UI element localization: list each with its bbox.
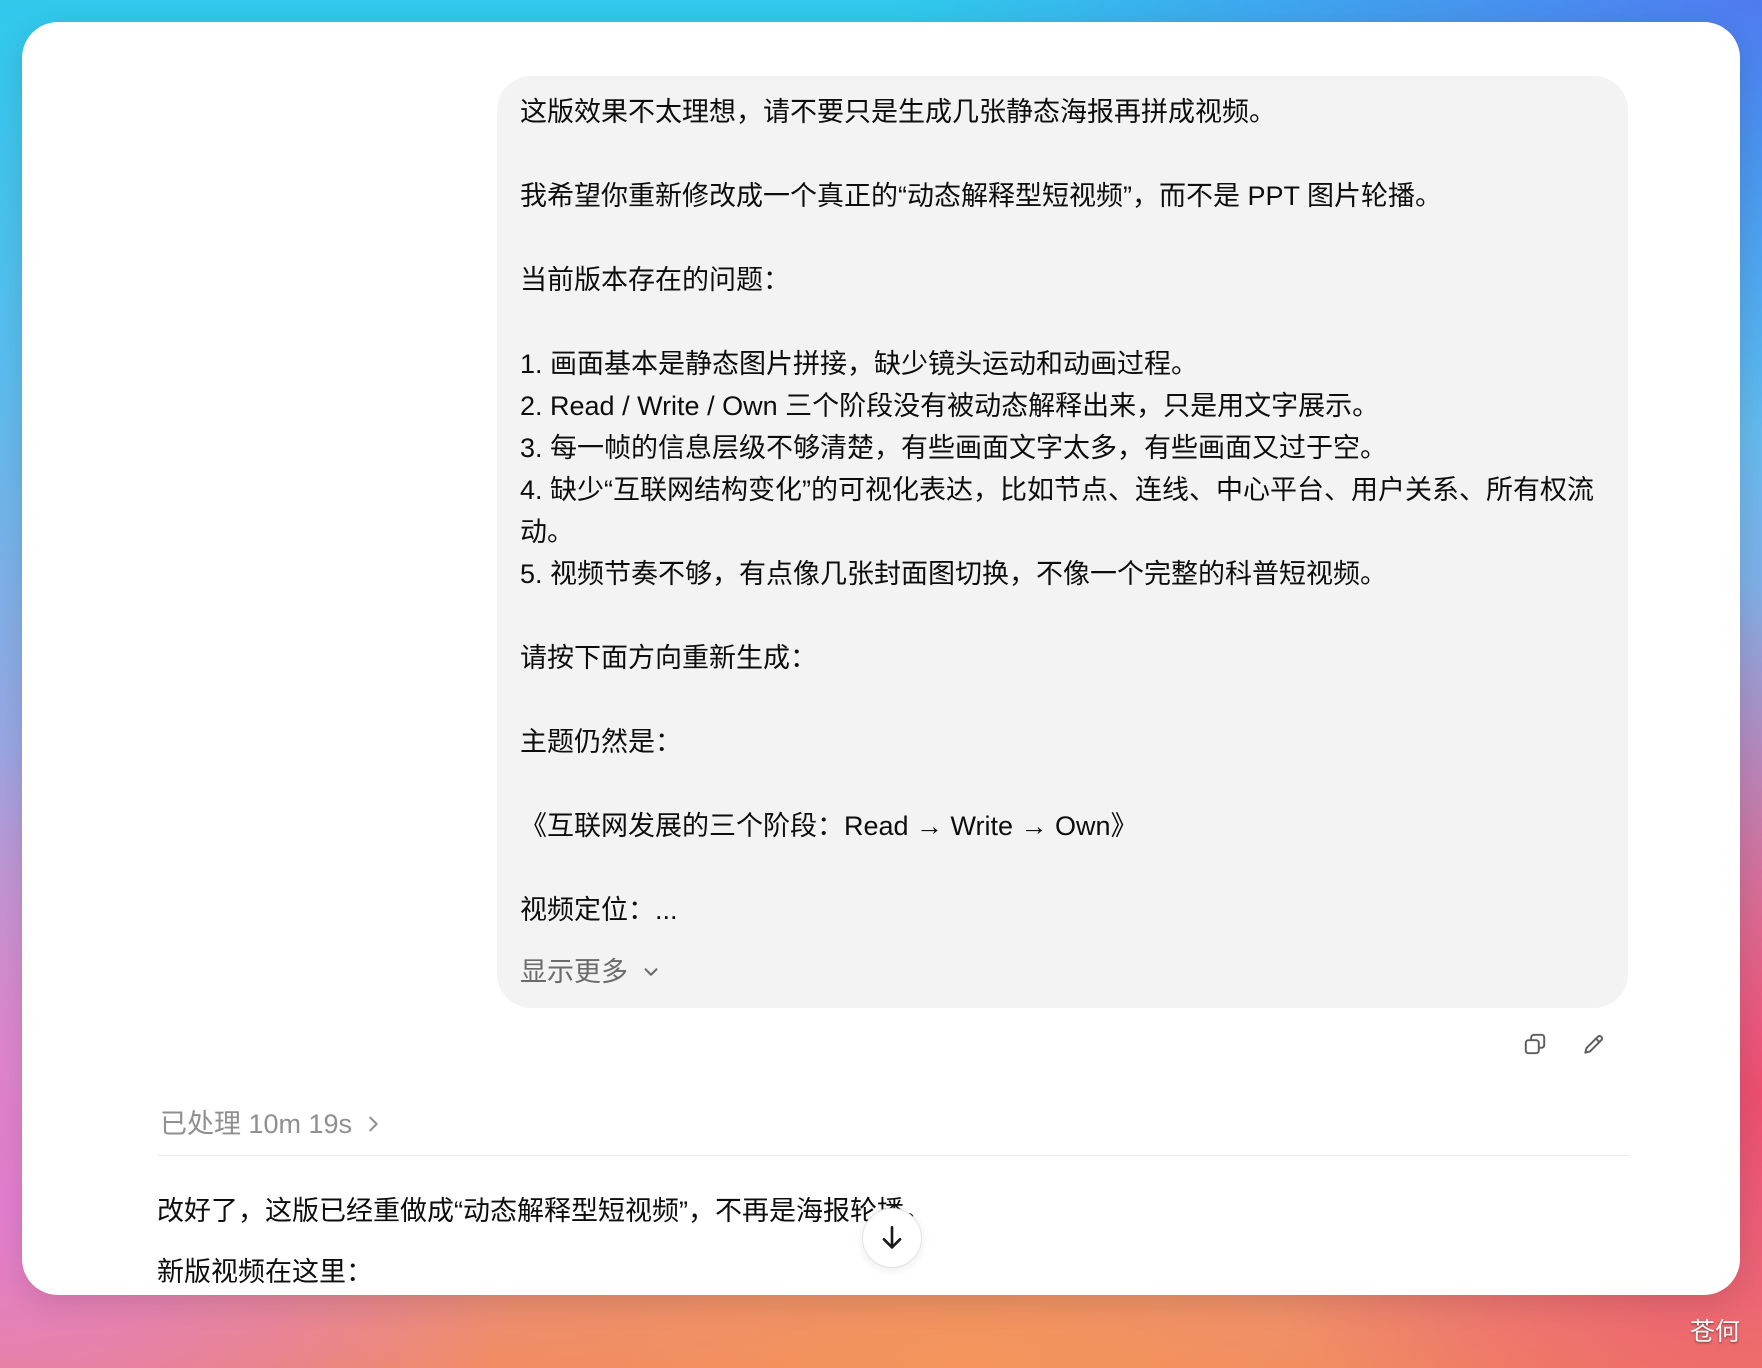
issue-list: 1. 画面基本是静态图片拼接，缺少镜头运动和动画过程。 2. Read / Wr… <box>520 343 1610 595</box>
processed-toggle[interactable]: 已处理 10m 19s <box>160 1103 384 1145</box>
scroll-to-bottom-button[interactable] <box>862 1208 922 1268</box>
topic-title: 《互联网发展的三个阶段：Read → Write → Own》 <box>520 811 1138 841</box>
show-more-label: 显示更多 <box>520 957 628 987</box>
issue-item: 3. 每一帧的信息层级不够清楚，有些画面文字太多，有些画面又过于空。 <box>520 433 1388 463</box>
direction-heading: 请按下面方向重新生成： <box>520 643 817 673</box>
issues-heading: 当前版本存在的问题： <box>520 265 790 295</box>
issue-item: 4. 缺少“互联网结构变化”的可视化表达，比如节点、连线、中心平台、用户关系、所… <box>520 475 1594 547</box>
edit-button[interactable] <box>1574 1024 1614 1064</box>
pencil-icon <box>1581 1031 1607 1057</box>
topic-heading: 主题仍然是： <box>520 727 682 757</box>
user-message-text: 这版效果不太理想，请不要只是生成几张静态海报再拼成视频。 我希望你重新修改成一个… <box>520 91 1610 953</box>
show-more-button[interactable]: 显示更多 <box>520 951 662 993</box>
chevron-down-icon <box>640 961 662 983</box>
issue-item: 1. 画面基本是静态图片拼接，缺少镜头运动和动画过程。 <box>520 349 1199 379</box>
copy-icon <box>1522 1031 1548 1057</box>
copy-button[interactable] <box>1515 1024 1555 1064</box>
positioning-line: 视频定位：... <box>520 895 678 925</box>
chat-window: 这版效果不太理想，请不要只是生成几张静态海报再拼成视频。 我希望你重新修改成一个… <box>22 22 1740 1295</box>
chevron-right-icon <box>362 1113 384 1135</box>
user-message-bubble: 这版效果不太理想，请不要只是生成几张静态海报再拼成视频。 我希望你重新修改成一个… <box>497 76 1628 1008</box>
issue-item: 5. 视频节奏不够，有点像几张封面图切换，不像一个完整的科普短视频。 <box>520 559 1388 589</box>
divider <box>157 1155 1630 1156</box>
message-paragraph: 这版效果不太理想，请不要只是生成几张静态海报再拼成视频。 <box>520 97 1276 127</box>
arrow-down-icon <box>876 1222 908 1254</box>
issue-item: 2. Read / Write / Own 三个阶段没有被动态解释出来，只是用文… <box>520 391 1380 421</box>
message-paragraph: 我希望你重新修改成一个真正的“动态解释型短视频”，而不是 PPT 图片轮播。 <box>520 181 1443 211</box>
watermark: 苍何 <box>1689 1318 1740 1346</box>
processed-label: 已处理 10m 19s <box>160 1109 353 1139</box>
